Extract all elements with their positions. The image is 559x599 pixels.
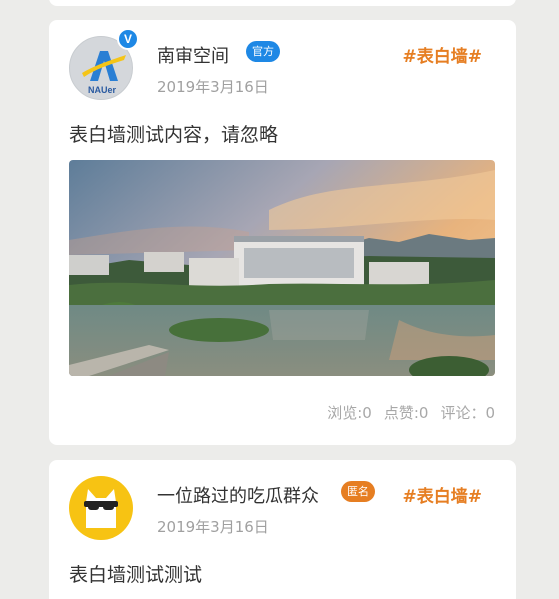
user-name[interactable]: 一位路过的吃瓜群众 [157, 482, 319, 508]
post-date: 2019年3月16日 [157, 518, 269, 536]
comments-count[interactable]: 评论：0 [440, 402, 495, 423]
topic-tag[interactable]: #表白墙# [403, 42, 483, 67]
post-content: 表白墙测试内容，请忽略 [69, 124, 279, 146]
post-date: 2019年3月16日 [157, 78, 269, 96]
user-name[interactable]: 南审空间 [157, 42, 229, 68]
post-card[interactable]: NAUer V 南审空间 官方 #表白墙# 2019年3月16日 表白墙测试内容… [49, 20, 516, 445]
anonymous-badge: 匿名 [341, 481, 375, 502]
avatar-container[interactable] [69, 476, 133, 540]
campus-landscape-image [69, 160, 495, 376]
post-image[interactable] [69, 160, 495, 376]
feed-page: NAUer V 南审空间 官方 #表白墙# 2019年3月16日 表白墙测试内容… [0, 0, 559, 599]
post-content: 表白墙测试测试 [69, 564, 203, 586]
avatar-logo-text: NAUer [88, 85, 117, 95]
official-badge: 官方 [246, 41, 280, 62]
topic-tag[interactable]: #表白墙# [403, 482, 483, 507]
avatar-container[interactable]: NAUer V [69, 28, 139, 100]
cool-cat-icon [84, 489, 118, 528]
views-count: 浏览:0 [327, 404, 372, 422]
post-card[interactable]: 一位路过的吃瓜群众 匿名 #表白墙# 2019年3月16日 表白墙测试测试 [49, 460, 516, 599]
verified-badge-icon: V [117, 28, 139, 50]
previous-post-card [49, 0, 516, 6]
avatar[interactable] [69, 476, 133, 540]
likes-count[interactable]: 点赞:0 [384, 402, 429, 423]
post-stats: 浏览:0 点赞:0 评论：0 [327, 402, 495, 423]
